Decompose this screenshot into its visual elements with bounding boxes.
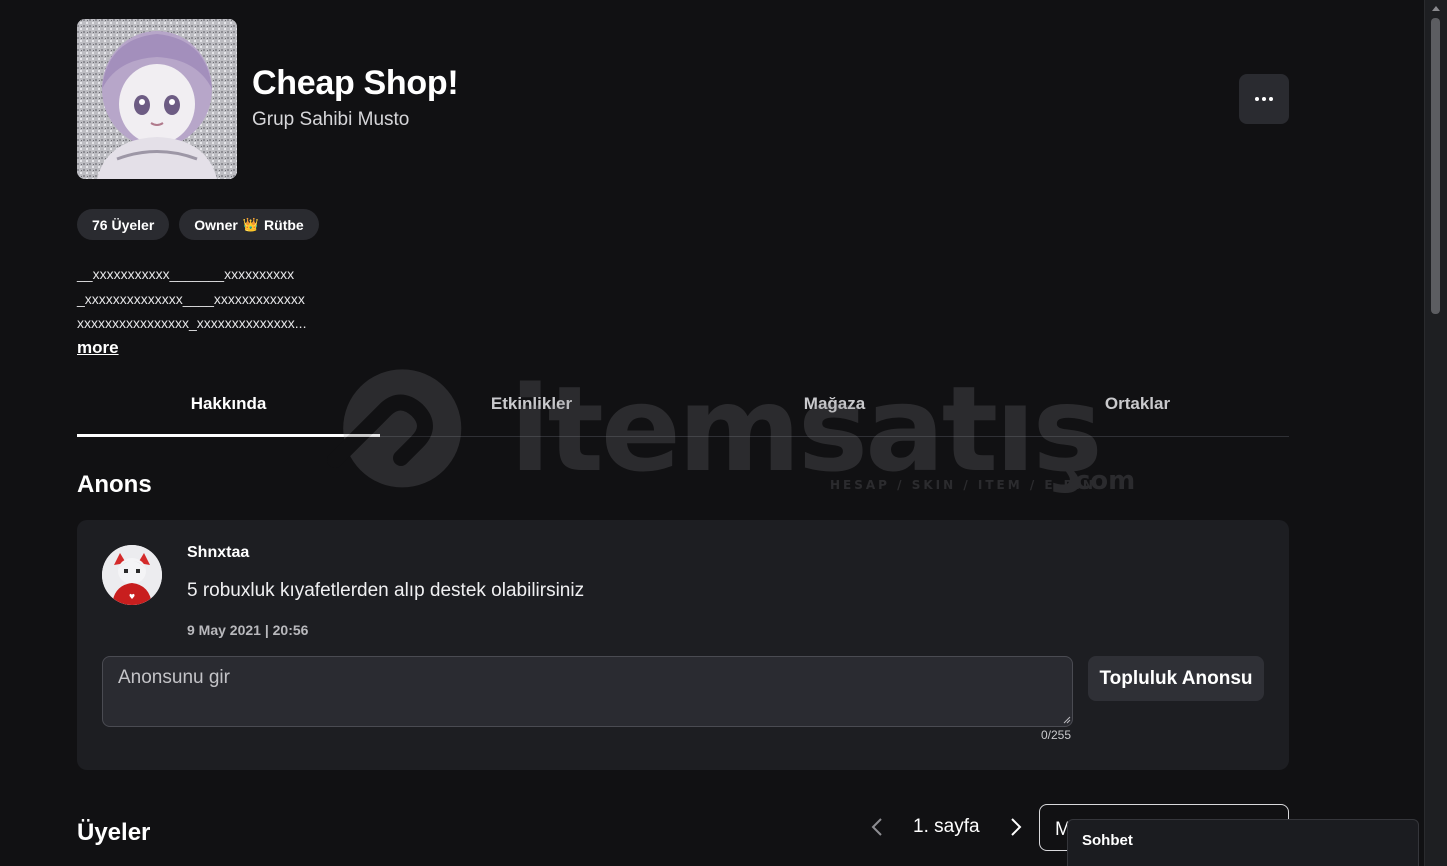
scroll-up-icon[interactable] — [1432, 6, 1440, 11]
svg-text:♥: ♥ — [129, 593, 135, 601]
scrollbar-thumb[interactable] — [1431, 18, 1440, 314]
members-title: Üyeler — [77, 819, 151, 846]
chevron-left-icon — [871, 818, 882, 836]
announcement-input[interactable] — [102, 656, 1073, 727]
group-page: Cheap Shop! Grup Sahibi Musto 76 Üyeler … — [77, 0, 1289, 866]
tab-events[interactable]: Etkinlikler — [380, 380, 683, 436]
members-count-pill: 76 Üyeler — [77, 209, 170, 240]
ellipsis-icon — [1254, 97, 1275, 101]
poster-avatar[interactable]: ♥ — [102, 545, 162, 605]
page-indicator: 1. sayfa — [913, 816, 980, 837]
description-more-link[interactable]: more — [77, 338, 119, 358]
group-emblem — [77, 19, 237, 179]
group-description: __xxxxxxxxxxx_______xxxxxxxxxx _xxxxxxxx… — [77, 262, 306, 336]
group-tabs: Hakkında Etkinlikler Mağaza Ortaklar — [77, 380, 1289, 437]
description-line: __xxxxxxxxxxx_______xxxxxxxxxx — [77, 266, 295, 282]
poster-name[interactable]: Shnxtaa — [187, 544, 249, 562]
tab-store[interactable]: Mağaza — [683, 380, 986, 436]
announcement-card: ♥ Shnxtaa 5 robuxluk kıyafetlerden alıp … — [77, 520, 1289, 770]
group-title: Cheap Shop! — [252, 64, 459, 102]
next-page-button[interactable] — [1006, 812, 1026, 842]
chevron-right-icon — [1010, 818, 1021, 836]
tab-about[interactable]: Hakkında — [77, 380, 380, 437]
crown-icon: 👑 — [242, 216, 260, 232]
rank-label: Rütbe — [264, 216, 304, 233]
group-owner[interactable]: Grup Sahibi Musto — [252, 109, 409, 131]
chat-panel[interactable]: Sohbet — [1067, 819, 1419, 866]
character-counter: 0/255 — [1041, 728, 1072, 742]
members-count-label: 76 Üyeler — [92, 216, 155, 233]
announcement-title: Anons — [77, 471, 152, 498]
announcement-date: 9 May 2021 | 20:56 — [187, 622, 309, 638]
description-line: _xxxxxxxxxxxxxx____xxxxxxxxxxxxx — [77, 290, 305, 307]
group-stats: 76 Üyeler Owner 👑 Rütbe — [77, 209, 319, 240]
chat-label: Sohbet — [1082, 832, 1133, 849]
more-options-button[interactable] — [1239, 74, 1289, 124]
tab-affiliates[interactable]: Ortaklar — [986, 380, 1289, 436]
previous-page-button[interactable] — [867, 812, 887, 842]
announcement-text: 5 robuxluk kıyafetlerden alıp destek ola… — [187, 580, 585, 601]
members-pager: 1. sayfa — [867, 812, 1026, 842]
resize-handle-icon[interactable] — [1063, 716, 1071, 724]
rank-owner-label: Owner — [194, 216, 238, 233]
page-scrollbar[interactable] — [1424, 0, 1447, 866]
rank-pill: Owner 👑 Rütbe — [179, 209, 319, 240]
post-announcement-button[interactable]: Topluluk Anonsu — [1088, 656, 1264, 701]
description-line: xxxxxxxxxxxxxxxx_xxxxxxxxxxxxxx... — [77, 315, 307, 331]
